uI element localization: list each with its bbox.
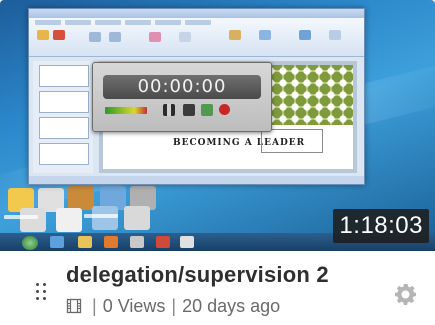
- desktop-icon: [56, 208, 82, 232]
- video-title[interactable]: delegation/supervision 2: [66, 262, 376, 288]
- slide-thumbnail-panel: [33, 61, 93, 173]
- duration-badge: 1:18:03: [333, 209, 429, 243]
- app-icon: [130, 236, 144, 248]
- folder-icon: [78, 236, 92, 248]
- meta-separator: |: [171, 295, 177, 316]
- ribbon-toolbar: [29, 18, 364, 57]
- upload-age: 20 days ago: [182, 295, 281, 316]
- pause-icon: [163, 104, 175, 116]
- video-meta: | 0 Views | 20 days ago: [66, 295, 280, 317]
- recorder-timer: 00:00:00: [103, 75, 261, 99]
- drag-handle-icon[interactable]: [36, 283, 48, 305]
- video-thumbnail[interactable]: BECOMING A LEADER 00:00:00 1:18:03: [0, 0, 435, 251]
- media-icon: [104, 236, 118, 248]
- play-icon: [201, 104, 213, 116]
- browser-icon: [50, 236, 64, 248]
- view-count: 0 Views: [102, 295, 166, 316]
- app-icon: [180, 236, 194, 248]
- desktop-icon: [20, 208, 46, 232]
- video-file-icon: [66, 298, 82, 314]
- slide-subtitle-box: [261, 129, 323, 153]
- start-orb-icon: [22, 236, 38, 250]
- desktop-icon: [68, 186, 94, 210]
- meta-separator: |: [92, 295, 97, 316]
- desktop-icon: [124, 206, 150, 230]
- app-icon: [156, 236, 170, 248]
- gear-icon[interactable]: [394, 282, 418, 306]
- desktop-icon-label: [84, 214, 118, 218]
- window-statusbar: [29, 176, 364, 184]
- stop-icon: [183, 104, 195, 116]
- sound-recorder-window: 00:00:00: [92, 62, 272, 132]
- record-icon: [219, 104, 230, 115]
- desktop-icon: [92, 206, 118, 230]
- window-titlebar: [29, 9, 364, 18]
- level-meter: [105, 107, 147, 114]
- desktop-icon-label: [4, 215, 38, 219]
